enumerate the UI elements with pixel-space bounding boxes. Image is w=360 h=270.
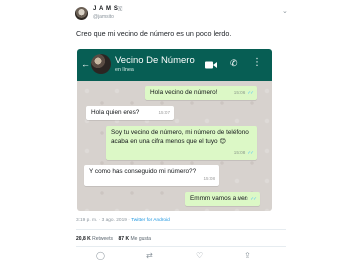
whatsapp-screenshot[interactable]: ← Vecino De Número en línea ✆ ⋮ Hola vec… bbox=[77, 49, 272, 211]
message-text: Hola quien eres? bbox=[91, 109, 140, 116]
read-ticks-icon: ✓✓ bbox=[247, 150, 254, 156]
contact-name: Vecino De Número bbox=[115, 55, 195, 66]
author-badge: 🇻 bbox=[118, 6, 123, 12]
read-ticks-icon: ✓✓ bbox=[250, 196, 257, 202]
divider bbox=[76, 246, 286, 247]
message-bubble: Soy tu vecino de número, mi número de te… bbox=[106, 126, 257, 160]
tweet-actions: ◯ ⇄ ♡ ⇪ bbox=[96, 252, 256, 262]
message-bubble: Y como has conseguido mi número?? 15:08 bbox=[84, 165, 219, 186]
chat-header: ← Vecino De Número en línea ✆ ⋮ bbox=[77, 49, 272, 81]
message-time: 15:07 bbox=[158, 110, 171, 116]
message-meta: 15:06 ✓✓ bbox=[233, 89, 254, 98]
video-call-icon bbox=[205, 61, 217, 69]
phone-icon: ✆ bbox=[230, 58, 238, 68]
retweets-label[interactable]: Retweets bbox=[92, 236, 113, 242]
back-arrow-icon: ← bbox=[81, 59, 90, 69]
caret-down-icon[interactable]: ⌄ bbox=[282, 7, 288, 15]
message-bubble: Hola vecino de número! 15:06 ✓✓ bbox=[145, 86, 257, 100]
message-bubble: Emmm vamos a ver 15:12 ✓✓ bbox=[185, 192, 260, 206]
contact-status: en línea bbox=[115, 67, 134, 73]
message-text: Y como has conseguido mi número?? bbox=[89, 168, 197, 175]
divider bbox=[76, 229, 286, 230]
message-meta: 15:12 ✓✓ bbox=[236, 195, 257, 204]
read-ticks-icon: ✓✓ bbox=[247, 90, 254, 96]
contact-avatar bbox=[91, 54, 111, 74]
tweet-source-link[interactable]: Twitter for Android bbox=[131, 218, 170, 223]
message-time: 15:06 bbox=[233, 90, 246, 96]
message-time: 15:08 bbox=[203, 176, 216, 182]
share-icon[interactable]: ⇪ bbox=[244, 252, 251, 260]
like-icon[interactable]: ♡ bbox=[196, 252, 203, 260]
likes-count[interactable]: 87 K bbox=[119, 236, 130, 242]
author-handle[interactable]: @jamsito bbox=[93, 14, 114, 20]
tweet-text: Creo que mi vecino de número es un poco … bbox=[76, 29, 232, 38]
message-time: 15:12 bbox=[236, 196, 249, 202]
retweet-icon[interactable]: ⇄ bbox=[146, 252, 153, 260]
reply-icon[interactable]: ◯ bbox=[96, 252, 105, 260]
author-avatar[interactable] bbox=[75, 7, 88, 20]
tweet-time[interactable]: 3:19 p. m. · 3 ago. 2019 · bbox=[76, 218, 130, 223]
message-text: Soy tu vecino de número, mi número de te… bbox=[111, 129, 249, 145]
message-time: 15:08 bbox=[233, 150, 246, 156]
chat-area: Hola vecino de número! 15:06 ✓✓ Hola quie… bbox=[77, 81, 272, 211]
tweet-timestamp[interactable]: 3:19 p. m. · 3 ago. 2019 · Twitter for A… bbox=[76, 218, 170, 223]
author-name[interactable]: J A M S bbox=[93, 6, 118, 12]
message-meta: 15:08 ✓✓ bbox=[233, 149, 254, 158]
likes-label[interactable]: Me gusta bbox=[130, 236, 151, 242]
retweets-count[interactable]: 20,8 K bbox=[76, 236, 91, 242]
message-bubble: Hola quien eres? 15:07 bbox=[86, 106, 174, 120]
more-options-icon: ⋮ bbox=[252, 57, 262, 68]
engagement-counts: 20,8 K Retweets 87 K Me gusta bbox=[76, 236, 151, 242]
